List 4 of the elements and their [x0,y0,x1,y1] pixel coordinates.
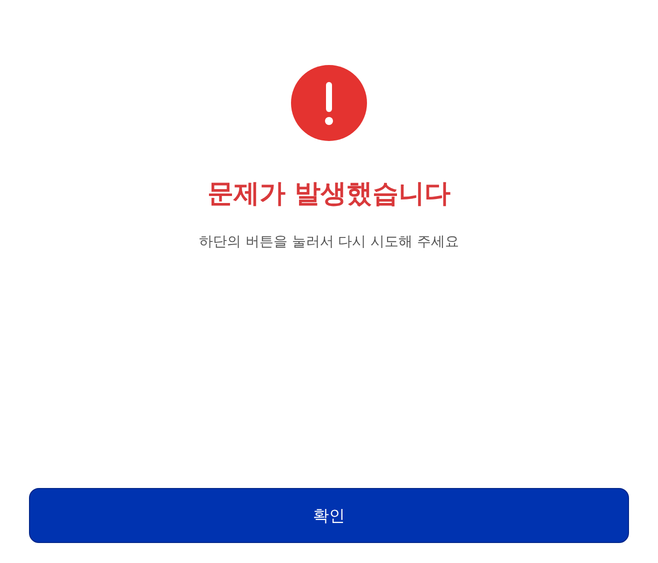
error-message: 하단의 버튼을 눌러서 다시 시도해 주세요 [198,233,460,252]
confirm-button[interactable]: 확인 [29,488,629,543]
error-title: 문제가 발생했습니다 [207,179,451,210]
alert-icon [291,65,367,141]
